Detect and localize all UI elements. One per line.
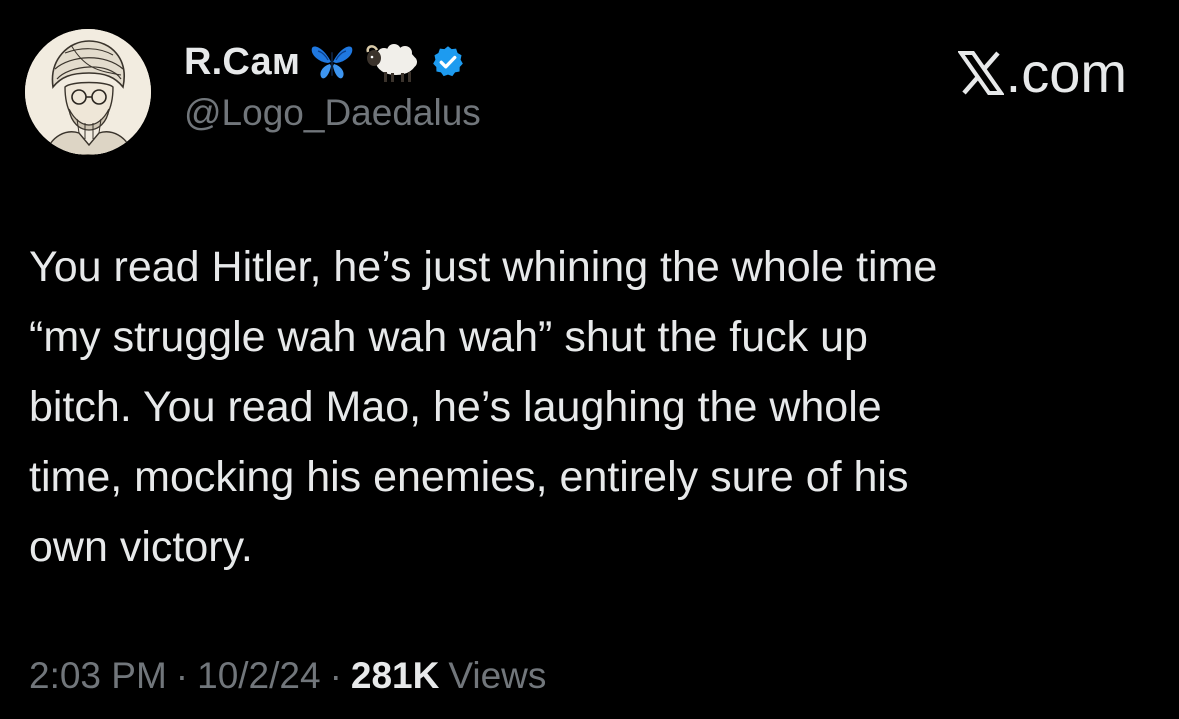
meta-separator: · bbox=[175, 655, 189, 696]
meta-separator: · bbox=[329, 655, 342, 696]
tweet-text-line: You read Hitler, he’s just whining the w… bbox=[29, 243, 938, 291]
views-count[interactable]: 281K bbox=[351, 655, 439, 697]
tweet-text-line: own victory. bbox=[29, 523, 253, 571]
author-name-row: R.Сам bbox=[184, 36, 466, 88]
brand-watermark: .com bbox=[957, 40, 1127, 105]
tweet-meta: 2:03 PM · 10/2/24 · 281K Views bbox=[29, 655, 546, 697]
tweet-text-line: “my struggle wah wah wah” shut the fuck … bbox=[29, 313, 868, 361]
tweet-text-line: bitch. You read Mao, he’s laughing the w… bbox=[29, 383, 882, 431]
author-handle[interactable]: @Logo_Daedalus bbox=[184, 92, 481, 134]
avatar[interactable] bbox=[25, 29, 151, 155]
tweet-text: You read Hitler, he’s just whining the w… bbox=[29, 232, 1139, 582]
tweet-date[interactable]: 10/2/24 bbox=[197, 655, 320, 697]
x-logo-icon bbox=[957, 50, 1004, 95]
brand-label: .com bbox=[1005, 41, 1127, 104]
butterfly-emoji-icon bbox=[310, 42, 354, 82]
sheep-emoji-icon bbox=[364, 40, 420, 84]
author-display-name[interactable]: R.Сам bbox=[184, 41, 300, 84]
views-label: Views bbox=[448, 655, 547, 696]
tweet-time[interactable]: 2:03 PM bbox=[29, 655, 167, 697]
tweet-text-line: time, mocking his enemies, entirely sure… bbox=[29, 453, 909, 501]
verified-badge-icon[interactable] bbox=[430, 44, 466, 80]
tweet-card: R.Сам @Logo_Daedalus .com You read Hitle… bbox=[0, 0, 1179, 719]
